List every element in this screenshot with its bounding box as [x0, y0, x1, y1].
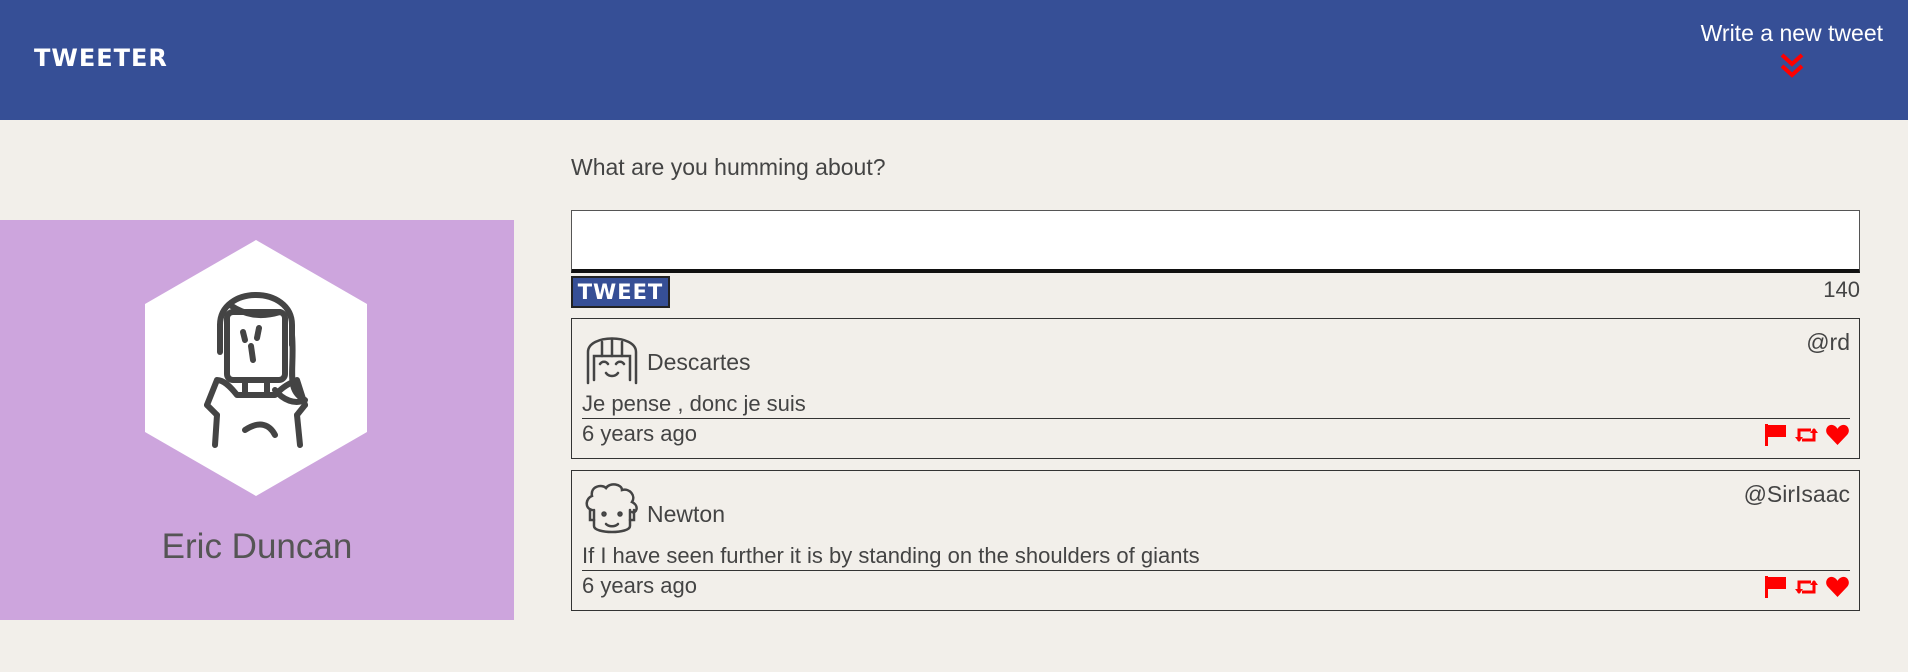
composer-prompt: What are you humming about?	[571, 154, 886, 180]
tweet-input[interactable]	[571, 210, 1860, 273]
character-counter: 140	[1823, 277, 1860, 302]
heart-icon[interactable]	[1825, 423, 1850, 447]
heart-icon[interactable]	[1825, 575, 1850, 599]
tweet-author-name[interactable]: Newton	[647, 501, 725, 528]
profile-name: Eric Duncan	[161, 527, 353, 566]
tweet-author-name[interactable]: Descartes	[647, 349, 751, 376]
tweet-button[interactable]: TWEET	[571, 276, 670, 308]
tweet-text: If I have seen further it is by standing…	[582, 543, 1850, 571]
tweet-timestamp: 6 years ago	[582, 421, 697, 446]
profile-avatar	[145, 240, 367, 496]
tweet-card: Descartes @rd Je pense , donc je suis 6 …	[571, 318, 1860, 459]
logo[interactable]: TWEETER	[34, 44, 168, 72]
tweet-author-handle[interactable]: @rd	[1806, 329, 1850, 356]
flag-icon[interactable]	[1763, 423, 1788, 447]
tweet-actions	[1763, 575, 1850, 599]
double-chevron-down-icon[interactable]	[1777, 51, 1807, 81]
newton-avatar	[585, 483, 638, 534]
write-new-tweet-link[interactable]: Write a new tweet	[1701, 20, 1883, 81]
descartes-avatar	[586, 337, 638, 385]
tweet-card: Newton @SirIsaac If I have seen further …	[571, 470, 1860, 611]
profile-card: Eric Duncan	[0, 220, 514, 620]
flag-icon[interactable]	[1763, 575, 1788, 599]
write-new-tweet-label[interactable]: Write a new tweet	[1701, 20, 1883, 47]
tweet-author-handle[interactable]: @SirIsaac	[1744, 481, 1850, 508]
tweet-actions	[1763, 423, 1850, 447]
retweet-icon[interactable]	[1794, 575, 1819, 599]
retweet-icon[interactable]	[1794, 423, 1819, 447]
tweet-text: Je pense , donc je suis	[582, 391, 1850, 419]
tweet-timestamp: 6 years ago	[582, 573, 697, 598]
top-navbar: TWEETER Write a new tweet	[0, 0, 1908, 120]
